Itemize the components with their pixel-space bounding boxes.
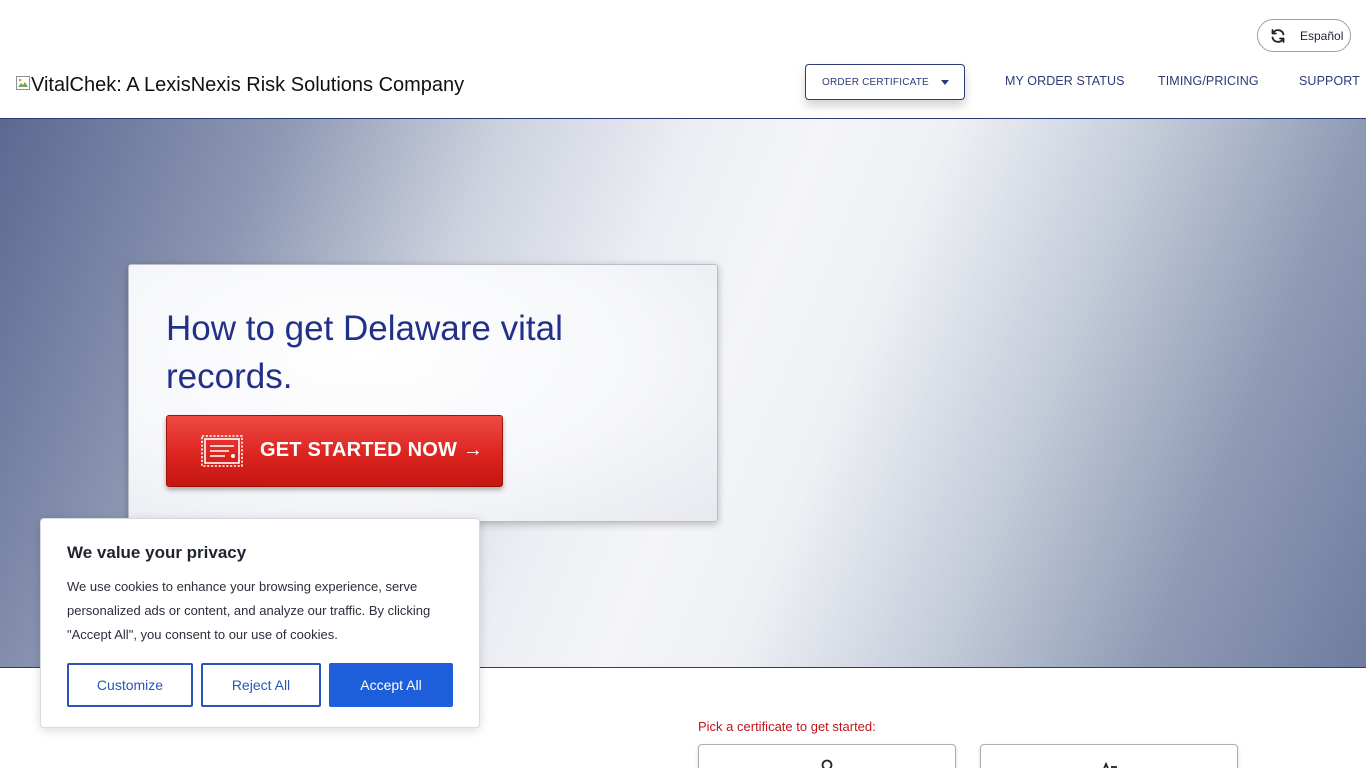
site-logo[interactable]: VitalChek: A LexisNexis Risk Solutions C… [15,74,464,97]
cookie-description: We use cookies to enhance your browsing … [67,579,431,642]
person-icon [821,759,833,768]
caret-down-icon [941,80,949,85]
language-label: Español [1300,28,1344,43]
nav-timing-pricing[interactable]: TIMING/PRICING [1158,74,1259,88]
customize-button[interactable]: Customize [67,663,193,707]
certificate-icon [201,435,243,467]
nav-my-order-status[interactable]: MY ORDER STATUS [1005,74,1125,88]
reject-all-button[interactable]: Reject All [201,663,321,707]
broken-image-icon [16,75,30,90]
refresh-icon [1271,28,1285,43]
nav-support[interactable]: SUPPORT [1299,74,1360,88]
site-header: Español VitalChek: A LexisNexis Risk Sol… [0,0,1366,119]
accept-all-button[interactable]: Accept All [329,663,453,707]
language-toggle-button[interactable]: Español [1257,19,1351,52]
hero-title: How to get Delaware vital records. [166,309,563,396]
document-icon [1103,761,1117,768]
pick-certificate-label: Pick a certificate to get started: [698,719,876,734]
certificate-tile-birth[interactable] [698,744,956,768]
get-started-button[interactable]: GET STARTED NOW → [166,415,503,487]
order-certificate-dropdown[interactable]: ORDER CERTIFICATE [805,64,965,100]
cookie-consent-banner: We value your privacy We use cookies to … [40,518,480,728]
order-certificate-label: ORDER CERTIFICATE [822,76,929,88]
cookie-title: We value your privacy [67,543,247,562]
page: Español VitalChek: A LexisNexis Risk Sol… [0,0,1366,768]
certificate-tile-marriage[interactable] [980,744,1238,768]
logo-alt-text: VitalChek: A LexisNexis Risk Solutions C… [31,74,465,96]
get-started-label: GET STARTED NOW → [260,439,484,461]
hero-card: How to get Delaware vital records. GET S… [128,264,718,522]
